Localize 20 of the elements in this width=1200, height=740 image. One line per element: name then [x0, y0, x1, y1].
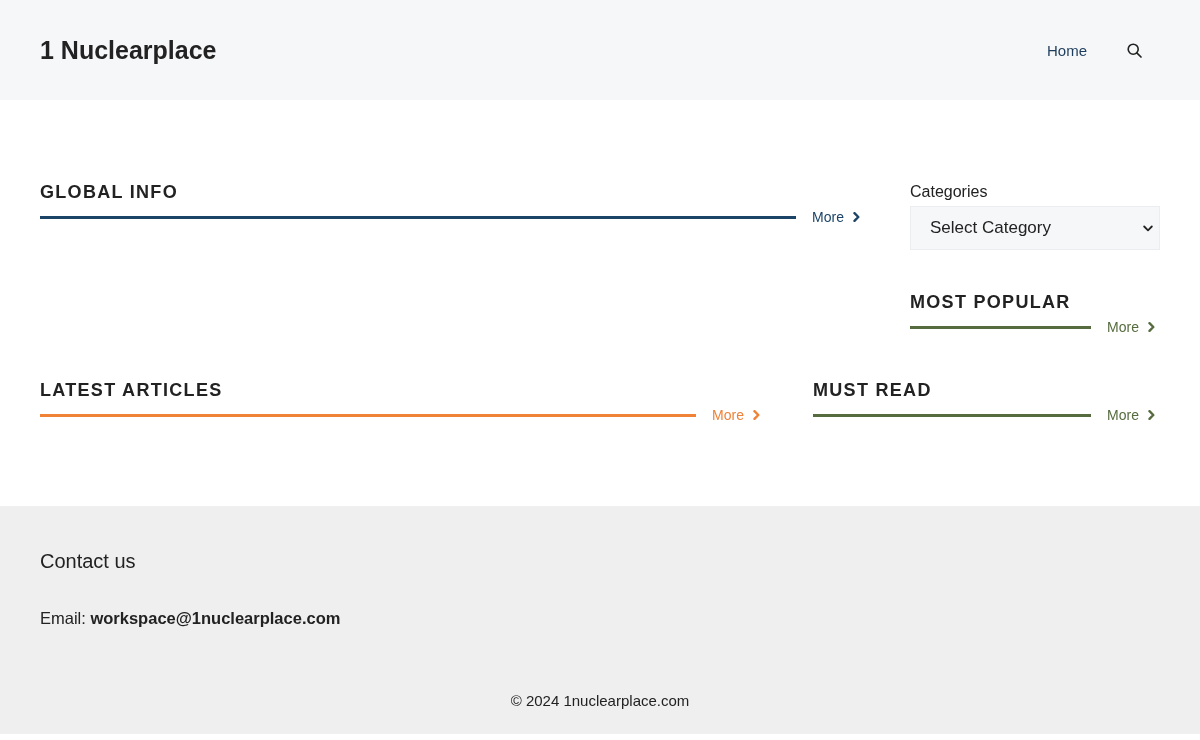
- chevron-right-icon: [853, 212, 860, 222]
- more-link[interactable]: More: [812, 209, 860, 225]
- chevron-right-icon: [1148, 410, 1155, 420]
- widget-label: Categories: [910, 182, 989, 202]
- more-link[interactable]: More: [1107, 319, 1155, 335]
- category-select[interactable]: Select Category: [910, 206, 1160, 250]
- email-line: Email: workspace@1nuclearplace.com: [40, 608, 342, 629]
- section-heading: MUST READ: [813, 379, 933, 401]
- section-heading: GLOBAL INFO: [40, 181, 179, 203]
- nav-link[interactable]: Home: [1047, 41, 1087, 59]
- site-title[interactable]: 1 Nuclearplace: [40, 35, 217, 65]
- search-icon[interactable]: [1127, 42, 1142, 58]
- chevron-down-icon: [1143, 224, 1153, 232]
- more-link[interactable]: More: [1107, 407, 1155, 423]
- chevron-right-icon: [1148, 322, 1155, 332]
- section-heading: MOST POPULAR: [910, 291, 1072, 313]
- chevron-right-icon: [753, 410, 760, 420]
- copyright-text: © 2024 1nuclearplace.com: [509, 692, 691, 710]
- contact-heading: Contact us: [40, 549, 137, 573]
- section-heading: LATEST ARTICLES: [40, 379, 224, 401]
